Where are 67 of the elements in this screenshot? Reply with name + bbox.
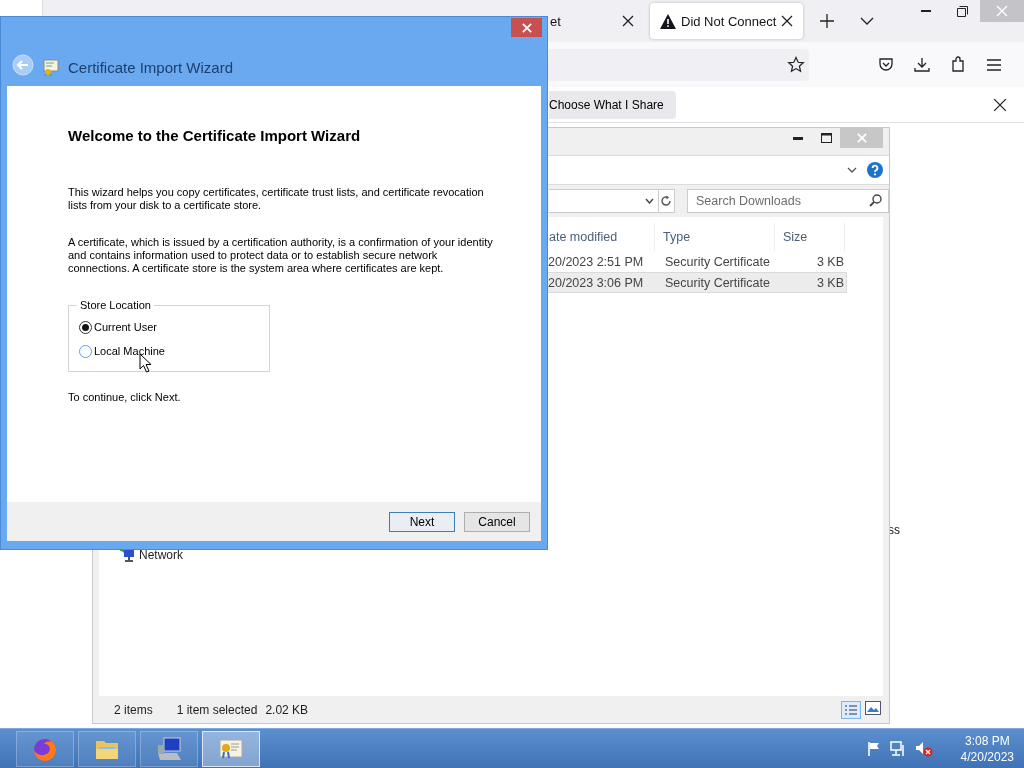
- hint-text: To continue, click Next.: [68, 391, 182, 403]
- browser-tab[interactable]: et: [548, 3, 644, 39]
- next-button[interactable]: Next: [389, 511, 455, 532]
- refresh-icon: [660, 195, 673, 207]
- maximize-icon: [820, 133, 832, 143]
- clock-text: 4/20/2023: [960, 748, 1014, 765]
- cursor-icon: [139, 353, 152, 373]
- plus-icon: [820, 14, 835, 28]
- help-icon[interactable]: [867, 162, 883, 178]
- chevron-icon[interactable]: [847, 167, 857, 173]
- taskbar-button[interactable]: [140, 730, 198, 767]
- browser-tab[interactable]: Did Not Connect: [650, 3, 804, 39]
- network-icon[interactable]: [888, 740, 907, 757]
- taskbar-button[interactable]: [202, 730, 260, 767]
- warning-icon: [660, 13, 676, 29]
- wizard-heading: Welcome to the Certificate Import Wizard: [68, 127, 362, 144]
- cancel-button[interactable]: Cancel: [464, 511, 530, 532]
- file-row[interactable]: 20/2023 3:06 PM Security Certificate 3 KB: [547, 272, 847, 293]
- speaker-muted-icon[interactable]: [914, 740, 933, 757]
- window-title: Certificate Import Wizard: [68, 59, 234, 76]
- close-icon[interactable]: [781, 15, 794, 27]
- search-field[interactable]: Search Downloads: [687, 189, 889, 213]
- minimize-icon: [793, 136, 803, 140]
- close-icon: [521, 22, 532, 33]
- restore-icon: [956, 5, 968, 17]
- nav-item[interactable]: Network: [139, 548, 183, 562]
- clock-text: 3:08 PM: [964, 732, 1010, 749]
- certificate-icon: [42, 58, 60, 76]
- column-header[interactable]: Size: [775, 223, 845, 251]
- radio-button[interactable]: [79, 344, 92, 358]
- table-cell-text: 3 KB: [815, 275, 845, 290]
- column-header[interactable]: Type: [655, 223, 775, 251]
- status-text: 1 item selected: [176, 702, 258, 717]
- group-label: Store Location: [79, 299, 152, 311]
- flag-icon[interactable]: [866, 741, 881, 756]
- clock[interactable]: 3:08 PM 4/20/2023: [960, 732, 1014, 765]
- chevron-icon: [644, 198, 654, 204]
- paragraph: This wizard helps you copy certificates, certificate trust lists, and certificate revocation lists from your disk to a certificate store.: [68, 186, 485, 212]
- computer-icon: [155, 734, 183, 763]
- status-text: 2 items: [114, 702, 153, 717]
- star-icon[interactable]: [787, 55, 805, 74]
- status-text: 2.02 KB: [265, 702, 309, 717]
- table-cell-text: 3 KB: [815, 254, 845, 269]
- close-icon[interactable]: [622, 15, 634, 27]
- close-icon: [996, 5, 1008, 17]
- table-cell-text: Security Certificate: [664, 275, 771, 290]
- chevron-icon: [860, 17, 875, 25]
- table-cell-text: 20/2023 3:06 PM: [548, 275, 645, 290]
- close-icon[interactable]: [993, 97, 1007, 112]
- radio-label[interactable]: Current User: [94, 321, 157, 333]
- download-icon[interactable]: [913, 55, 931, 74]
- close-icon: [856, 133, 867, 143]
- radio-label[interactable]: Local Machine: [94, 345, 165, 357]
- table-cell-text: 20/2023 2:51 PM: [548, 254, 645, 269]
- close-button[interactable]: [511, 18, 542, 37]
- pocket-icon[interactable]: [877, 55, 895, 74]
- file-row[interactable]: 20/2023 2:51 PM Security Certificate 3 KB: [547, 251, 847, 272]
- taskbar-button[interactable]: [16, 730, 74, 767]
- radio-button[interactable]: [79, 320, 92, 334]
- preview-view-icon[interactable]: [865, 700, 881, 715]
- extensions-icon[interactable]: [949, 55, 967, 74]
- taskbar-button[interactable]: [78, 730, 136, 767]
- search-icon[interactable]: [869, 194, 882, 207]
- notification-button[interactable]: Choose What I Share: [549, 90, 676, 119]
- table-cell-text: Security Certificate: [664, 254, 771, 269]
- paragraph: A certificate, which is issued by a certification authority, is a confirmation of your identity and contains information used to protect data or to establish secure network connections. A certificate store is the system area where certificates are kept.: [68, 236, 494, 275]
- minimize-icon: [921, 10, 931, 12]
